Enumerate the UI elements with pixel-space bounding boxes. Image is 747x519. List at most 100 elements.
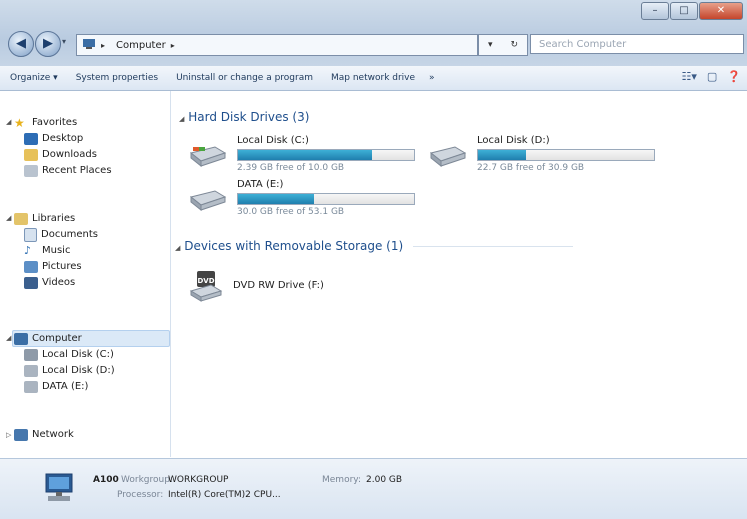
recent-pages-dropdown[interactable]: ▾ [62, 37, 66, 46]
breadcrumb-computer[interactable]: Computer [116, 40, 166, 51]
view-controls: ☷▾ ▢ ❓ [682, 70, 742, 83]
workgroup-label: Workgroup: [121, 475, 173, 485]
drive-name: Local Disk (D:) [477, 135, 550, 146]
command-bar: Organize ▾ System properties Uninstall o… [0, 66, 747, 91]
back-button[interactable]: ◀ [8, 31, 34, 57]
window-controls: – □ ✕ [640, 2, 743, 20]
memory-value: 2.00 GB [366, 475, 403, 485]
usage-fill [478, 150, 526, 160]
nav-item-local-disk-c[interactable]: Local Disk (C:) [24, 347, 114, 362]
back-arrow-icon: ◀ [16, 36, 26, 51]
nav-label: Network [32, 429, 74, 440]
nav-item-data-e[interactable]: DATA (E:) [24, 379, 88, 394]
nav-label: Music [42, 245, 71, 256]
group-header-hard-disk-drives[interactable]: ◢ Hard Disk Drives (3) [179, 110, 309, 124]
system-properties-button[interactable]: System properties [76, 73, 158, 83]
drive-free-space: 30.0 GB free of 53.1 GB [237, 207, 345, 217]
usage-fill [238, 150, 372, 160]
minimize-button[interactable]: – [641, 2, 669, 20]
map-network-drive-button[interactable]: Map network drive [331, 73, 415, 83]
workgroup-value: WORKGROUP [168, 475, 229, 485]
expand-arrow-icon[interactable]: ◢ [6, 118, 11, 126]
pictures-icon [24, 260, 38, 273]
forward-arrow-icon: ▶ [43, 36, 53, 51]
expand-arrow-icon[interactable]: ◢ [6, 214, 11, 222]
nav-item-videos[interactable]: Videos [24, 275, 75, 290]
nav-item-documents[interactable]: Documents [24, 227, 98, 242]
refresh-icon[interactable]: ↻ [510, 40, 518, 50]
navigation-pane: ◢ ★ Favorites Desktop Downloads Recent P… [0, 91, 171, 457]
libraries-icon [14, 212, 28, 225]
windows-drive-icon [189, 146, 227, 167]
music-icon: ♪ [24, 243, 32, 257]
preview-pane-icon[interactable]: ▢ [707, 70, 717, 83]
drive-icon [429, 146, 467, 167]
nav-label: Recent Places [42, 165, 112, 176]
title-bar: – □ ✕ ◀ ▶ ▾ ▸ Computer ▸ ▾ ↻ Search Comp… [0, 0, 747, 66]
downloads-icon [24, 148, 38, 161]
videos-icon [24, 276, 38, 289]
nav-label: Downloads [42, 149, 97, 160]
maximize-button[interactable]: □ [670, 2, 698, 20]
nav-item-local-disk-d[interactable]: Local Disk (D:) [24, 363, 115, 378]
nav-item-downloads[interactable]: Downloads [24, 147, 97, 162]
usage-fill [238, 194, 314, 204]
nav-label: Desktop [42, 133, 84, 144]
processor-label: Processor: [117, 490, 164, 500]
nav-label: Local Disk (D:) [42, 365, 115, 376]
dvd-drive-icon: DVD [189, 271, 223, 302]
drive-dvd-rw-f[interactable]: DVD DVD RW Drive (F:) [189, 269, 389, 309]
svg-text:DVD: DVD [197, 277, 214, 285]
close-button[interactable]: ✕ [699, 2, 743, 20]
collapse-icon: ◢ [179, 115, 185, 123]
forward-button[interactable]: ▶ [35, 31, 61, 57]
nav-network[interactable]: Network [14, 427, 74, 442]
more-commands-button[interactable]: » [429, 73, 435, 83]
memory-label: Memory: [322, 475, 361, 485]
documents-icon [24, 227, 37, 242]
drive-icon [24, 380, 38, 393]
nav-libraries[interactable]: Libraries [14, 211, 75, 226]
computer-name: A100 [93, 475, 119, 485]
collapse-icon: ◢ [175, 244, 181, 252]
help-icon[interactable]: ❓ [727, 70, 741, 83]
breadcrumb-separator[interactable]: ▸ [101, 41, 105, 50]
drive-name: DATA (E:) [237, 179, 284, 190]
drive-name: Local Disk (C:) [237, 135, 309, 146]
drive-local-disk-c[interactable]: Local Disk (C:) 2.39 GB free of 10.0 GB [189, 135, 429, 175]
breadcrumb-separator[interactable]: ▸ [171, 41, 175, 50]
nav-label: Libraries [32, 213, 76, 224]
network-icon [14, 428, 28, 441]
drive-icon [24, 348, 38, 361]
address-bar[interactable]: ▸ Computer ▸ [76, 34, 478, 56]
group-title: Devices with Removable Storage (1) [184, 239, 404, 253]
processor-value: Intel(R) Core(TM)2 CPU... [168, 490, 281, 500]
desktop-icon [24, 132, 38, 145]
drive-usage-bar [237, 149, 415, 161]
drive-icon [24, 364, 38, 377]
change-view-icon[interactable]: ☷▾ [682, 70, 697, 83]
nav-item-recent-places[interactable]: Recent Places [24, 163, 112, 178]
nav-favorites[interactable]: ★ Favorites [14, 115, 77, 130]
content-pane: ◢ Hard Disk Drives (3) Local Disk (C:) 2… [171, 91, 747, 457]
expand-arrow-icon[interactable]: ◢ [6, 334, 11, 342]
group-header-removable-storage[interactable]: ◢ Devices with Removable Storage (1) [175, 239, 574, 253]
computer-icon [14, 332, 28, 345]
nav-item-desktop[interactable]: Desktop [24, 131, 83, 146]
expand-arrow-icon[interactable]: ▷ [6, 431, 11, 439]
drive-local-disk-d[interactable]: Local Disk (D:) 22.7 GB free of 30.9 GB [429, 135, 669, 175]
search-input[interactable]: Search Computer [530, 34, 744, 54]
computer-location-icon [82, 38, 96, 53]
drive-icon [189, 190, 227, 211]
nav-item-pictures[interactable]: Pictures [24, 259, 82, 274]
address-dropdown-icon[interactable]: ▾ [488, 40, 493, 50]
organize-button[interactable]: Organize ▾ [10, 73, 58, 83]
uninstall-program-button[interactable]: Uninstall or change a program [176, 73, 313, 83]
nav-item-music[interactable]: ♪ Music [24, 243, 70, 258]
nav-label: Local Disk (C:) [42, 349, 114, 360]
drive-data-e[interactable]: DATA (E:) 30.0 GB free of 53.1 GB [189, 179, 429, 219]
nav-computer[interactable]: Computer [14, 331, 82, 346]
computer-icon [45, 473, 73, 501]
nav-label: Pictures [42, 261, 82, 272]
drive-usage-bar [237, 193, 415, 205]
